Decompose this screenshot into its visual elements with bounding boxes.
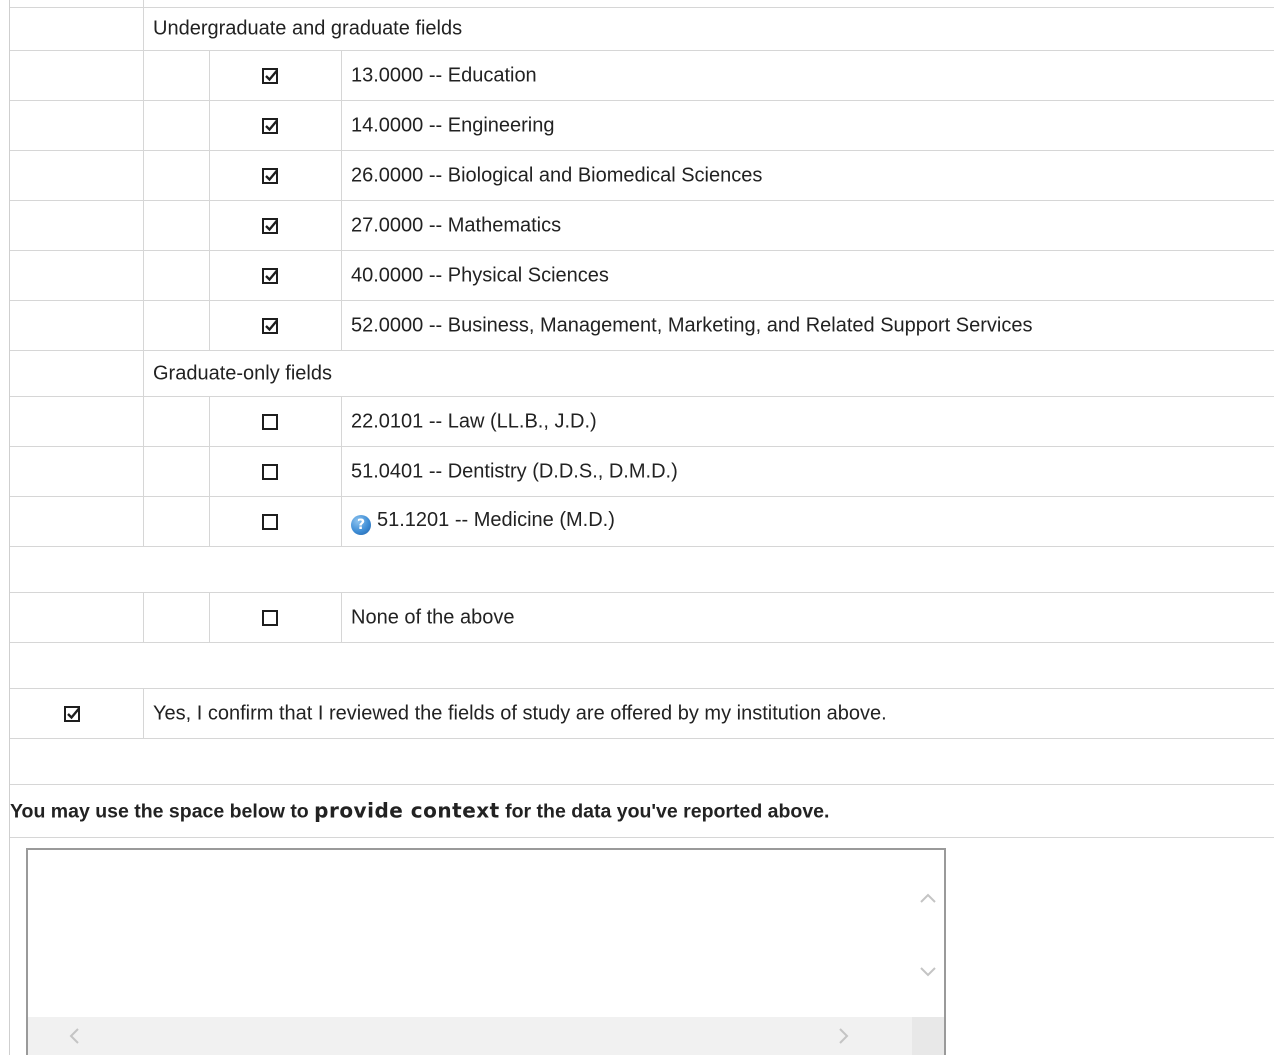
field-row: 22.0101 -- Law (LL.B., J.D.) xyxy=(10,397,1274,447)
field-label: 14.0000 -- Engineering xyxy=(351,114,555,136)
group-header-graduate: Graduate-only fields xyxy=(10,351,1274,397)
horizontal-scrollbar[interactable] xyxy=(28,1017,912,1055)
field-checkbox[interactable] xyxy=(262,167,278,184)
scroll-left-icon[interactable] xyxy=(64,1026,84,1046)
field-label: 27.0000 -- Mathematics xyxy=(351,214,562,236)
spacer-row xyxy=(10,643,1274,689)
group-label: Undergraduate and graduate fields xyxy=(153,17,463,39)
context-textarea-container xyxy=(26,848,946,1055)
context-prefix: You may use the space below to xyxy=(10,800,315,823)
field-row: 13.0000 -- Education xyxy=(10,51,1274,101)
scroll-down-icon[interactable] xyxy=(918,962,938,982)
field-label: 22.0101 -- Law (LL.B., J.D.) xyxy=(351,410,597,432)
context-emphasis: provide context xyxy=(314,798,500,823)
scroll-right-icon[interactable] xyxy=(834,1026,854,1046)
field-label: 26.0000 -- Biological and Biomedical Sci… xyxy=(351,164,763,186)
field-row: 27.0000 -- Mathematics xyxy=(10,201,1274,251)
field-label: 13.0000 -- Education xyxy=(351,64,537,86)
field-row: ? 51.1201 -- Medicine (M.D.) xyxy=(10,497,1274,547)
group-label: Graduate-only fields xyxy=(153,362,332,384)
check-mark-icon xyxy=(265,219,278,231)
field-label-with-help: ? 51.1201 -- Medicine (M.D.) xyxy=(351,509,615,535)
confirm-label: Yes, I confirm that I reviewed the field… xyxy=(153,702,887,724)
field-row: 52.0000 -- Business, Management, Marketi… xyxy=(10,301,1274,351)
none-label: None of the above xyxy=(351,606,515,628)
check-mark-icon xyxy=(265,319,278,331)
help-icon[interactable]: ? xyxy=(351,514,371,535)
field-checkbox[interactable] xyxy=(262,513,278,530)
field-checkbox[interactable] xyxy=(262,317,278,334)
field-label: 51.0401 -- Dentistry (D.D.S., D.M.D.) xyxy=(351,460,678,482)
confirm-row: Yes, I confirm that I reviewed the field… xyxy=(10,689,1274,739)
field-label: 52.0000 -- Business, Management, Marketi… xyxy=(351,314,1033,336)
check-mark-icon xyxy=(265,119,278,131)
vertical-scrollbar[interactable] xyxy=(912,850,944,1016)
confirm-checkbox[interactable] xyxy=(64,705,80,722)
fields-of-study-form: Undergraduate and graduate fields 13.000… xyxy=(9,0,1274,1055)
check-mark-icon xyxy=(265,69,278,81)
check-mark-icon xyxy=(265,269,278,281)
context-text: You may use the space below to provide c… xyxy=(10,799,829,824)
field-row: 51.0401 -- Dentistry (D.D.S., D.M.D.) xyxy=(10,447,1274,497)
context-suffix: for the data you've reported above. xyxy=(499,800,830,823)
field-checkbox[interactable] xyxy=(262,463,278,480)
check-mark-icon xyxy=(265,169,278,181)
context-prompt: You may use the space below to provide c… xyxy=(10,785,1274,838)
field-checkbox[interactable] xyxy=(262,67,278,84)
none-row: None of the above xyxy=(10,593,1274,643)
check-mark-icon xyxy=(67,707,80,719)
field-checkbox[interactable] xyxy=(262,413,278,430)
field-row: 40.0000 -- Physical Sciences xyxy=(10,251,1274,301)
context-textarea[interactable] xyxy=(28,850,914,1016)
spacer-row xyxy=(10,547,1274,593)
field-label: 40.0000 -- Physical Sciences xyxy=(351,264,609,286)
scrollbar-corner xyxy=(912,1017,944,1055)
field-checkbox[interactable] xyxy=(262,117,278,134)
spacer-row xyxy=(10,739,1274,785)
field-checkbox[interactable] xyxy=(262,267,278,284)
group-header-undergrad: Undergraduate and graduate fields xyxy=(10,7,1274,51)
field-label: 51.1201 -- Medicine (M.D.) xyxy=(377,508,615,531)
scroll-up-icon[interactable] xyxy=(918,888,938,908)
field-checkbox[interactable] xyxy=(262,217,278,234)
none-checkbox[interactable] xyxy=(262,609,278,626)
field-row: 14.0000 -- Engineering xyxy=(10,101,1274,151)
field-row: 26.0000 -- Biological and Biomedical Sci… xyxy=(10,151,1274,201)
